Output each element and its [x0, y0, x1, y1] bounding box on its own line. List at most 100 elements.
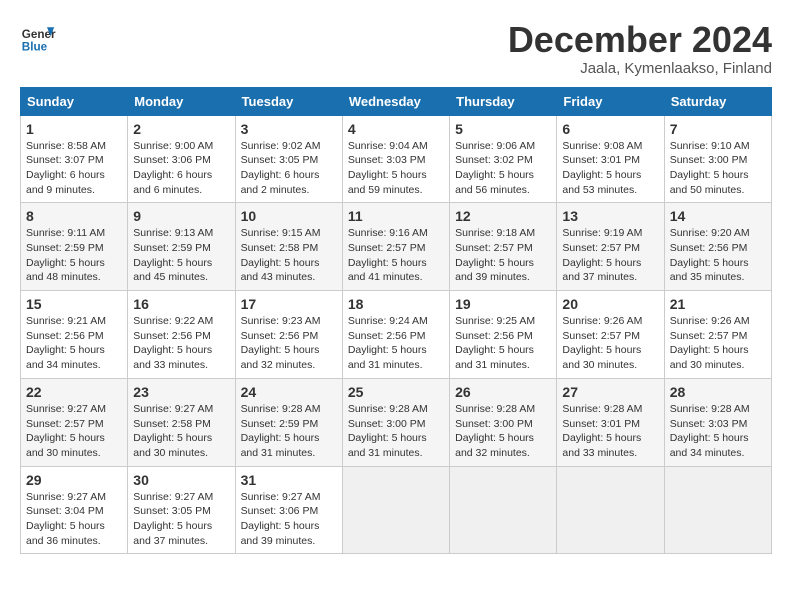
calendar-week-row: 15 Sunrise: 9:21 AM Sunset: 2:56 PM Dayli… [21, 291, 772, 379]
calendar-cell: 31 Sunrise: 9:27 AM Sunset: 3:06 PM Dayli… [235, 466, 342, 554]
calendar-table: SundayMondayTuesdayWednesdayThursdayFrid… [20, 87, 772, 555]
day-info: Sunrise: 9:25 AM Sunset: 2:56 PM Dayligh… [455, 314, 551, 373]
calendar-week-row: 8 Sunrise: 9:11 AM Sunset: 2:59 PM Daylig… [21, 203, 772, 291]
calendar-cell [450, 466, 557, 554]
logo: General Blue [20, 20, 56, 56]
calendar-cell: 25 Sunrise: 9:28 AM Sunset: 3:00 PM Dayli… [342, 378, 449, 466]
day-info: Sunrise: 9:28 AM Sunset: 2:59 PM Dayligh… [241, 402, 337, 461]
calendar-cell: 13 Sunrise: 9:19 AM Sunset: 2:57 PM Dayli… [557, 203, 664, 291]
day-number: 19 [455, 296, 551, 312]
day-info: Sunrise: 8:58 AM Sunset: 3:07 PM Dayligh… [26, 139, 122, 198]
month-title: December 2024 [508, 20, 772, 60]
day-number: 15 [26, 296, 122, 312]
day-number: 9 [133, 208, 229, 224]
calendar-cell [557, 466, 664, 554]
calendar-cell: 22 Sunrise: 9:27 AM Sunset: 2:57 PM Dayli… [21, 378, 128, 466]
day-number: 8 [26, 208, 122, 224]
day-info: Sunrise: 9:27 AM Sunset: 3:04 PM Dayligh… [26, 490, 122, 549]
day-info: Sunrise: 9:28 AM Sunset: 3:00 PM Dayligh… [348, 402, 444, 461]
calendar-cell: 30Sunrise: 9:27 AM Sunset: 3:05 PM Dayli… [128, 466, 235, 554]
day-number: 21 [670, 296, 766, 312]
day-info: Sunrise: 9:06 AM Sunset: 3:02 PM Dayligh… [455, 139, 551, 198]
day-number: 20 [562, 296, 658, 312]
calendar-cell: 3 Sunrise: 9:02 AM Sunset: 3:05 PM Daylig… [235, 115, 342, 203]
calendar-cell: 9 Sunrise: 9:13 AM Sunset: 2:59 PM Daylig… [128, 203, 235, 291]
day-number: 25 [348, 384, 444, 400]
day-number: 23 [133, 384, 229, 400]
day-number: 11 [348, 208, 444, 224]
weekday-header-row: SundayMondayTuesdayWednesdayThursdayFrid… [21, 87, 772, 115]
calendar-cell: 8 Sunrise: 9:11 AM Sunset: 2:59 PM Daylig… [21, 203, 128, 291]
day-number: 18 [348, 296, 444, 312]
day-number: 16 [133, 296, 229, 312]
day-info: Sunrise: 9:21 AM Sunset: 2:56 PM Dayligh… [26, 314, 122, 373]
day-number: 28 [670, 384, 766, 400]
day-info: Sunrise: 9:26 AM Sunset: 2:57 PM Dayligh… [670, 314, 766, 373]
calendar-cell: 15 Sunrise: 9:21 AM Sunset: 2:56 PM Dayli… [21, 291, 128, 379]
weekday-header-friday: Friday [557, 87, 664, 115]
location-title: Jaala, Kymenlaakso, Finland [508, 60, 772, 77]
day-info: Sunrise: 9:18 AM Sunset: 2:57 PM Dayligh… [455, 226, 551, 285]
day-info: Sunrise: 9:26 AM Sunset: 2:57 PM Dayligh… [562, 314, 658, 373]
svg-text:Blue: Blue [22, 41, 48, 54]
day-number: 31 [241, 472, 337, 488]
day-info: Sunrise: 9:28 AM Sunset: 3:01 PM Dayligh… [562, 402, 658, 461]
day-number: 3 [241, 121, 337, 137]
calendar-cell [664, 466, 771, 554]
day-info: Sunrise: 9:11 AM Sunset: 2:59 PM Dayligh… [26, 226, 122, 285]
weekday-header-thursday: Thursday [450, 87, 557, 115]
calendar-cell: 4Sunrise: 9:04 AM Sunset: 3:03 PM Daylig… [342, 115, 449, 203]
day-info: Sunrise: 9:10 AM Sunset: 3:00 PM Dayligh… [670, 139, 766, 198]
day-number: 13 [562, 208, 658, 224]
calendar-cell: 24Sunrise: 9:28 AM Sunset: 2:59 PM Dayli… [235, 378, 342, 466]
day-number: 2 [133, 121, 229, 137]
day-info: Sunrise: 9:00 AM Sunset: 3:06 PM Dayligh… [133, 139, 229, 198]
calendar-cell: 18 Sunrise: 9:24 AM Sunset: 2:56 PM Dayli… [342, 291, 449, 379]
calendar-cell: 26Sunrise: 9:28 AM Sunset: 3:00 PM Dayli… [450, 378, 557, 466]
day-info: Sunrise: 9:27 AM Sunset: 2:57 PM Dayligh… [26, 402, 122, 461]
day-number: 30 [133, 472, 229, 488]
day-number: 10 [241, 208, 337, 224]
logo-icon: General Blue [20, 20, 56, 56]
day-number: 29 [26, 472, 122, 488]
day-number: 1 [26, 121, 122, 137]
weekday-header-sunday: Sunday [21, 87, 128, 115]
day-info: Sunrise: 9:23 AM Sunset: 2:56 PM Dayligh… [241, 314, 337, 373]
day-number: 6 [562, 121, 658, 137]
day-info: Sunrise: 9:19 AM Sunset: 2:57 PM Dayligh… [562, 226, 658, 285]
calendar-cell: 16Sunrise: 9:22 AM Sunset: 2:56 PM Dayli… [128, 291, 235, 379]
day-number: 12 [455, 208, 551, 224]
weekday-header-saturday: Saturday [664, 87, 771, 115]
calendar-cell: 7 Sunrise: 9:10 AM Sunset: 3:00 PM Daylig… [664, 115, 771, 203]
day-number: 4 [348, 121, 444, 137]
calendar-cell: 12 Sunrise: 9:18 AM Sunset: 2:57 PM Dayli… [450, 203, 557, 291]
day-number: 27 [562, 384, 658, 400]
day-info: Sunrise: 9:27 AM Sunset: 3:06 PM Dayligh… [241, 490, 337, 549]
page-header: General Blue December 2024 Jaala, Kymenl… [20, 20, 772, 77]
calendar-cell [342, 466, 449, 554]
calendar-cell: 23 Sunrise: 9:27 AM Sunset: 2:58 PM Dayli… [128, 378, 235, 466]
calendar-cell: 17 Sunrise: 9:23 AM Sunset: 2:56 PM Dayli… [235, 291, 342, 379]
calendar-cell: 6 Sunrise: 9:08 AM Sunset: 3:01 PM Daylig… [557, 115, 664, 203]
day-info: Sunrise: 9:02 AM Sunset: 3:05 PM Dayligh… [241, 139, 337, 198]
day-info: Sunrise: 9:13 AM Sunset: 2:59 PM Dayligh… [133, 226, 229, 285]
day-number: 5 [455, 121, 551, 137]
day-info: Sunrise: 9:08 AM Sunset: 3:01 PM Dayligh… [562, 139, 658, 198]
day-number: 7 [670, 121, 766, 137]
day-number: 22 [26, 384, 122, 400]
calendar-cell: 14Sunrise: 9:20 AM Sunset: 2:56 PM Dayli… [664, 203, 771, 291]
calendar-cell: 20 Sunrise: 9:26 AM Sunset: 2:57 PM Dayli… [557, 291, 664, 379]
weekday-header-tuesday: Tuesday [235, 87, 342, 115]
calendar-cell: 2 Sunrise: 9:00 AM Sunset: 3:06 PM Daylig… [128, 115, 235, 203]
calendar-cell: 1 Sunrise: 8:58 AM Sunset: 3:07 PM Daylig… [21, 115, 128, 203]
day-info: Sunrise: 9:24 AM Sunset: 2:56 PM Dayligh… [348, 314, 444, 373]
day-info: Sunrise: 9:28 AM Sunset: 3:03 PM Dayligh… [670, 402, 766, 461]
day-number: 17 [241, 296, 337, 312]
calendar-cell: 11 Sunrise: 9:16 AM Sunset: 2:57 PM Dayli… [342, 203, 449, 291]
calendar-week-row: 22 Sunrise: 9:27 AM Sunset: 2:57 PM Dayli… [21, 378, 772, 466]
weekday-header-wednesday: Wednesday [342, 87, 449, 115]
calendar-cell: 19 Sunrise: 9:25 AM Sunset: 2:56 PM Dayli… [450, 291, 557, 379]
calendar-cell: 5 Sunrise: 9:06 AM Sunset: 3:02 PM Daylig… [450, 115, 557, 203]
day-info: Sunrise: 9:16 AM Sunset: 2:57 PM Dayligh… [348, 226, 444, 285]
day-info: Sunrise: 9:27 AM Sunset: 2:58 PM Dayligh… [133, 402, 229, 461]
